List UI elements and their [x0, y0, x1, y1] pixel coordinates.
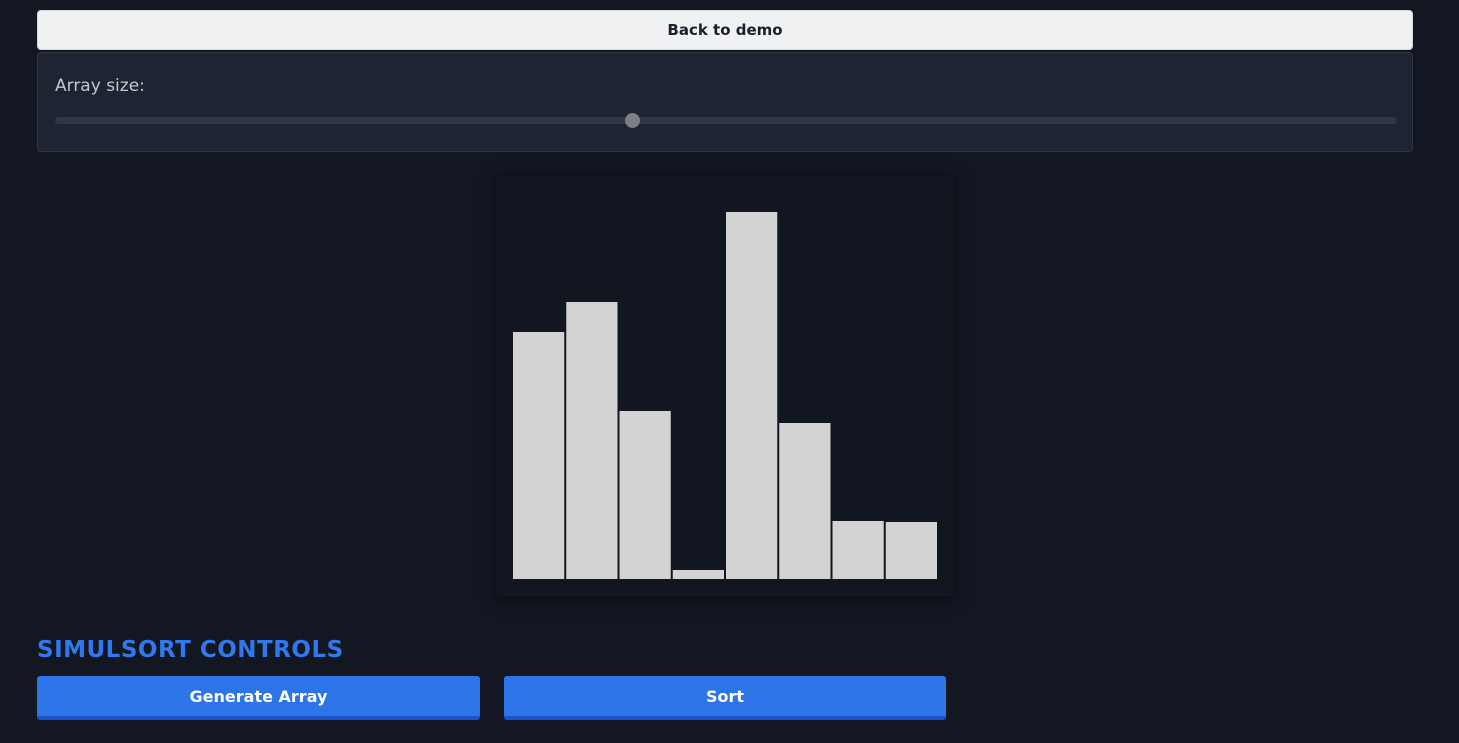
- sort-button[interactable]: Sort: [504, 676, 946, 720]
- array-visualization: [496, 177, 954, 596]
- bars-chart: [513, 212, 937, 579]
- generate-array-button[interactable]: Generate Array: [37, 676, 480, 720]
- array-bar: [619, 411, 671, 579]
- array-size-label: Array size:: [55, 76, 145, 96]
- array-bar: [779, 423, 831, 579]
- array-bar: [726, 212, 778, 579]
- array-size-slider[interactable]: [55, 113, 1397, 128]
- array-bar: [672, 570, 724, 579]
- controls-title: SIMULSORT CONTROLS: [37, 637, 344, 663]
- array-bar: [832, 521, 884, 579]
- array-size-slider-thumb[interactable]: [624, 113, 640, 128]
- array-bar: [513, 332, 565, 579]
- array-bar: [885, 522, 937, 579]
- array-size-panel: Array size:: [37, 52, 1413, 152]
- back-to-demo-button[interactable]: Back to demo: [37, 10, 1413, 50]
- array-bar: [566, 302, 618, 579]
